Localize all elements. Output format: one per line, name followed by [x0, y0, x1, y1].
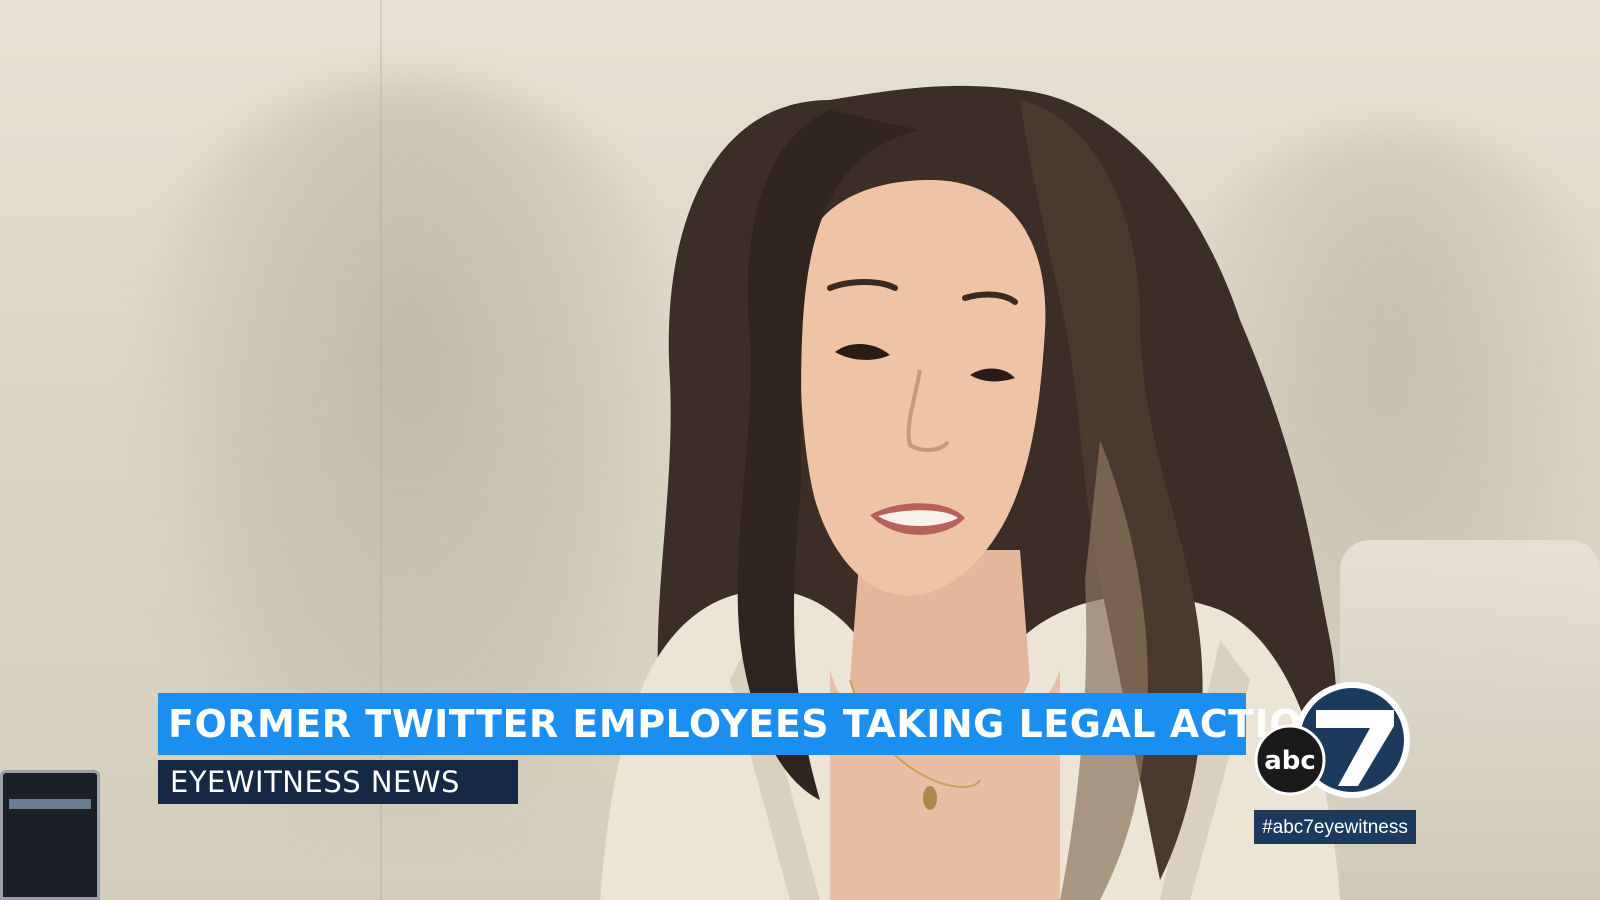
hashtag-banner: #abc7eyewitness	[1254, 810, 1416, 844]
laptop	[0, 770, 100, 900]
program-banner: EYEWITNESS NEWS	[158, 760, 518, 804]
program-name: EYEWITNESS NEWS	[170, 764, 460, 799]
headline-text: FORMER TWITTER EMPLOYEES TAKING LEGAL AC…	[168, 702, 1335, 746]
video-frame: FORMER TWITTER EMPLOYEES TAKING LEGAL AC…	[0, 0, 1600, 900]
headline-banner: FORMER TWITTER EMPLOYEES TAKING LEGAL AC…	[158, 693, 1334, 755]
abc7-logo-icon: abc	[1254, 682, 1410, 798]
hashtag-text: #abc7eyewitness	[1262, 816, 1408, 838]
logo-abc-text: abc	[1264, 746, 1316, 776]
